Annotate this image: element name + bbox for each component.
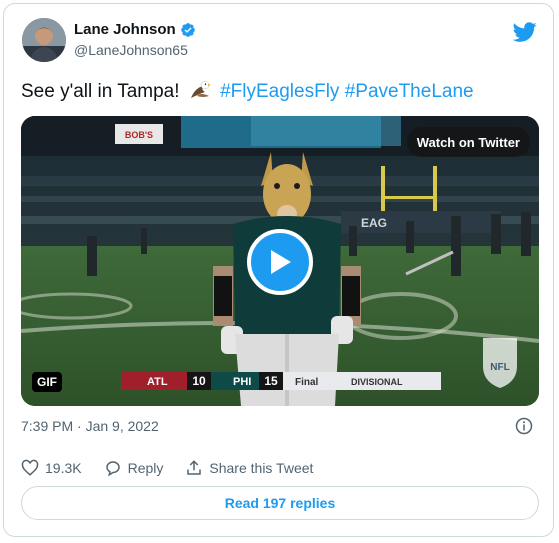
score-value1: 10 (192, 374, 206, 388)
author-name[interactable]: Lane Johnson (74, 21, 176, 38)
avatar[interactable] (22, 18, 66, 62)
reply-label: Reply (127, 460, 164, 476)
tweet-text-prefix: See y'all in Tampa! (21, 81, 180, 102)
tweet-timestamp[interactable]: 7:39 PM · Jan 9, 2022 (21, 418, 159, 434)
score-status: Final (295, 377, 319, 388)
tweet-text: See y'all in Tampa! #FlyEaglesFly #PaveT… (21, 80, 474, 103)
eagles-wall-text: EAG (361, 216, 387, 230)
share-icon (187, 460, 202, 475)
hashtag-flyeaglesfly[interactable]: #FlyEaglesFly (220, 81, 339, 102)
share-label: Share this Tweet (209, 460, 314, 476)
watch-on-twitter-button[interactable]: Watch on Twitter (406, 127, 530, 157)
verified-badge-icon (180, 22, 195, 37)
tweet-actions: 19.3K Reply Share this Tweet (21, 459, 335, 477)
score-team2: PHI (233, 376, 251, 388)
svg-text:NFL: NFL (490, 362, 509, 373)
author-name-row[interactable]: Lane Johnson (74, 21, 196, 38)
share-button[interactable]: Share this Tweet (185, 459, 313, 477)
info-icon[interactable] (515, 417, 533, 435)
gif-media[interactable]: BOB'S EAG NFL ATL 10 PHI 15 Final DIVISI… (21, 116, 539, 406)
like-button[interactable]: 19.3K (21, 459, 82, 477)
hashtag-pavethelane[interactable]: #PaveTheLane (345, 81, 474, 102)
stadium-sign: BOB'S (125, 130, 153, 140)
tweet-card: Lane Johnson @LaneJohnson65 See y'all in… (3, 3, 554, 537)
play-icon (271, 250, 291, 274)
reply-bubble-icon (105, 461, 120, 477)
author-handle[interactable]: @LaneJohnson65 (74, 42, 188, 58)
gif-badge: GIF (32, 372, 62, 392)
play-button[interactable] (247, 229, 313, 295)
like-count: 19.3K (45, 460, 82, 476)
score-round: DIVISIONAL (351, 377, 403, 387)
nfl-shield-logo: NFL (483, 338, 517, 388)
scoreboard: ATL 10 PHI 15 Final DIVISIONAL (121, 372, 441, 390)
twitter-bird-icon[interactable] (513, 20, 537, 44)
score-value2: 15 (264, 374, 278, 388)
read-replies-button[interactable]: Read 197 replies (21, 486, 539, 520)
eagle-emoji-icon (190, 80, 211, 98)
reply-button[interactable]: Reply (104, 459, 164, 477)
score-team1: ATL (147, 376, 168, 388)
heart-icon (21, 459, 39, 476)
